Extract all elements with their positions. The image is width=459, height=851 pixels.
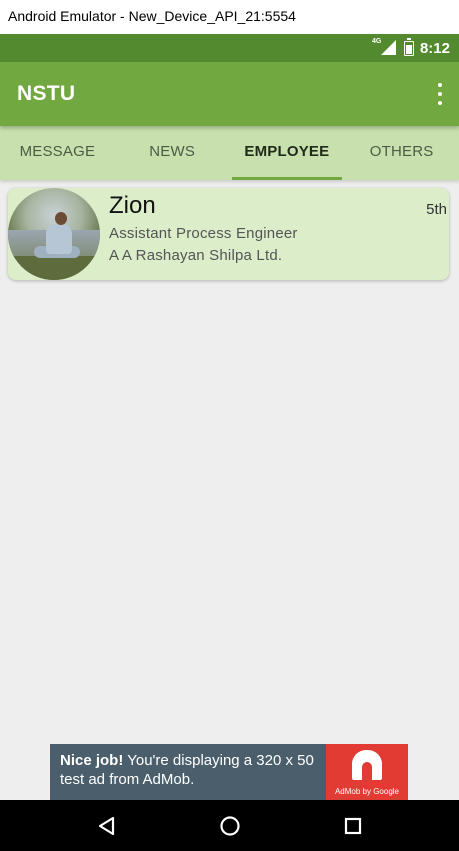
ad-text: Nice job! You're displaying a 320 x 50 t… — [50, 744, 326, 800]
tab-label: EMPLOYEE — [244, 143, 330, 160]
tab-indicator — [231, 177, 343, 180]
cell-signal-icon: 4G — [372, 38, 396, 58]
app-bar: NSTU — [0, 62, 459, 126]
status-time: 8:12 — [419, 39, 450, 57]
admob-logo: AdMob by Google — [326, 744, 408, 800]
employee-card[interactable]: Zion 5th Assistant Process Engineer A A … — [8, 188, 449, 280]
window-title: Android Emulator - New_Device_API_21:555… — [0, 0, 459, 34]
admob-icon — [352, 750, 382, 780]
tab-label: NEWS — [149, 143, 196, 160]
system-nav-bar — [0, 800, 459, 851]
avatar — [8, 188, 100, 280]
recents-square-icon[interactable] — [333, 806, 373, 846]
tab-label: OTHERS — [369, 143, 434, 160]
tab-bar: MESSAGE NEWS EMPLOYEE OTHERS — [0, 126, 459, 180]
tab-message[interactable]: MESSAGE — [0, 126, 115, 180]
ad-headline: Nice job! — [60, 752, 124, 769]
employee-name: Zion — [109, 192, 156, 219]
back-triangle-icon[interactable] — [87, 806, 127, 846]
tab-others[interactable]: OTHERS — [344, 126, 459, 180]
status-bar: 4G 8:12 — [0, 34, 459, 62]
tab-news[interactable]: NEWS — [115, 126, 230, 180]
tab-label: MESSAGE — [19, 143, 96, 160]
batch-badge: 5th — [426, 201, 447, 218]
more-vert-icon[interactable] — [435, 83, 445, 105]
network-type: 4G — [371, 38, 382, 45]
tab-employee[interactable]: EMPLOYEE — [230, 126, 345, 180]
home-circle-icon[interactable] — [210, 806, 250, 846]
ad-brand: AdMob by Google — [334, 787, 400, 796]
app-title: NSTU — [17, 82, 76, 105]
employee-list: Zion 5th Assistant Process Engineer A A … — [0, 180, 459, 800]
battery-charging-icon — [403, 37, 414, 56]
admob-banner[interactable]: Nice job! You're displaying a 320 x 50 t… — [50, 744, 408, 800]
employee-designation: Assistant Process Engineer — [109, 225, 298, 242]
employee-company: A A Rashayan Shilpa Ltd. — [109, 247, 283, 264]
